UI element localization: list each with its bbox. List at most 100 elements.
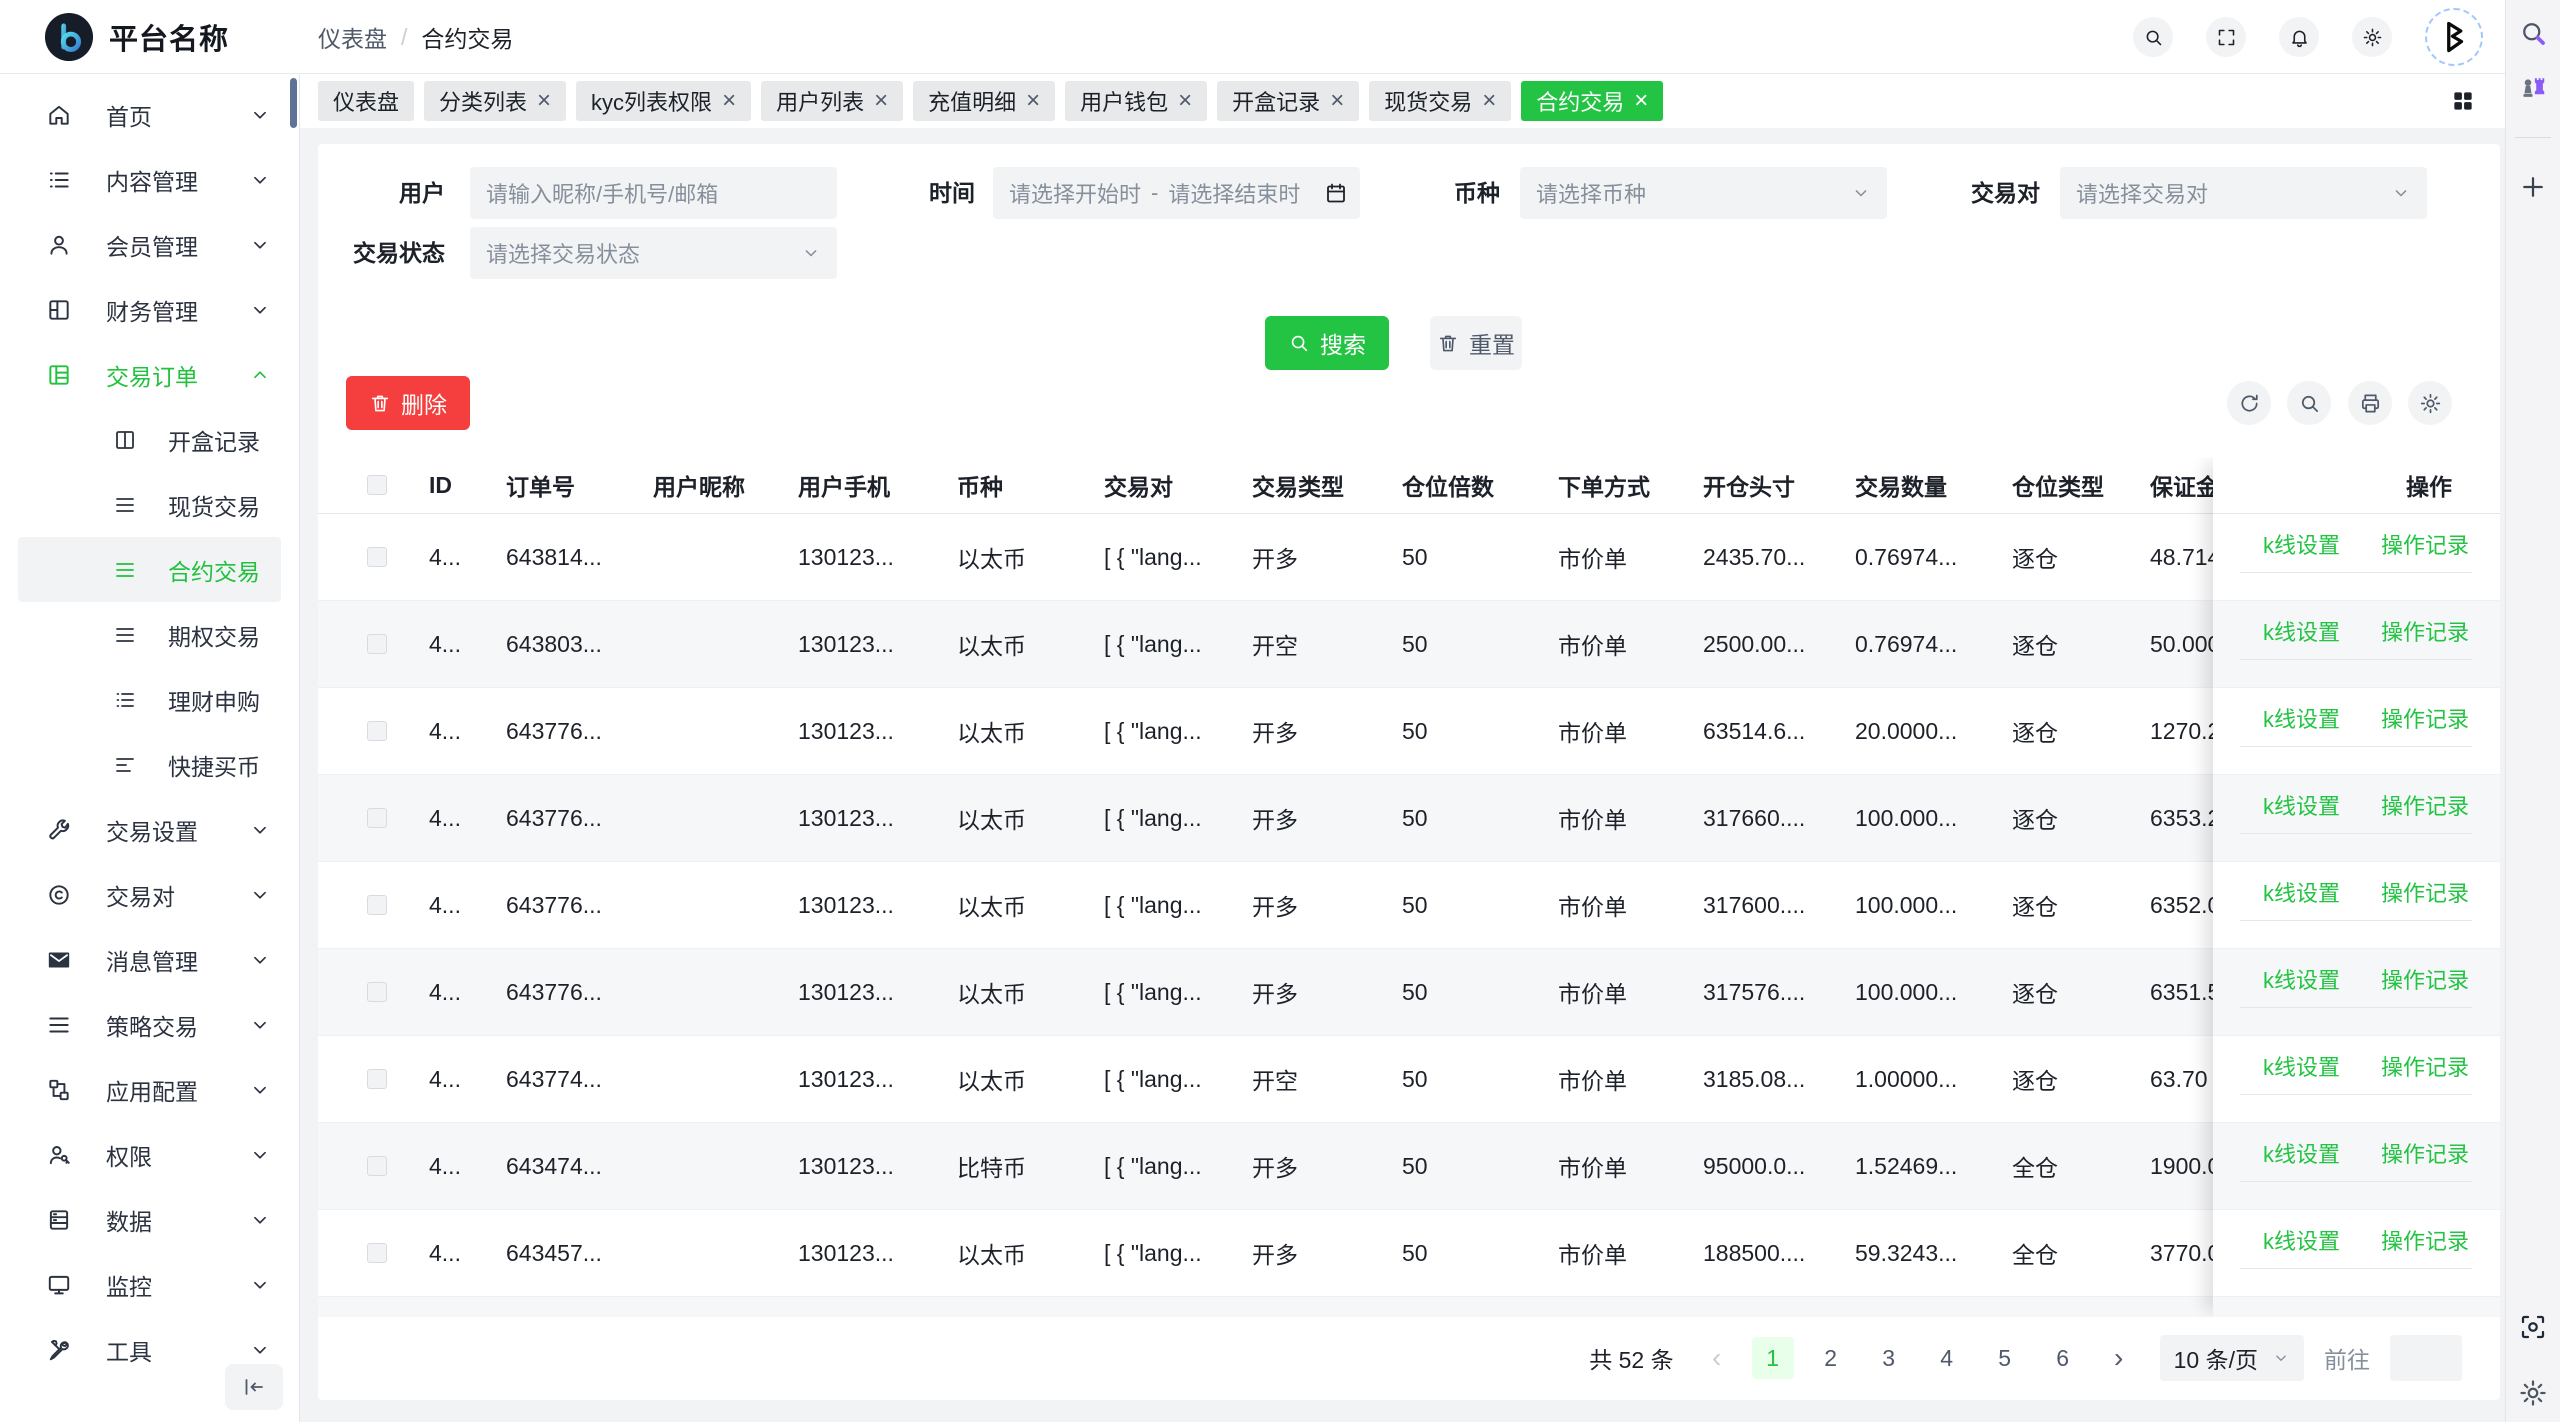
sidebar-collapse-button[interactable] — [225, 1364, 283, 1410]
row-checkbox[interactable] — [367, 634, 387, 654]
sidebar-item-合约交易[interactable]: 合约交易 — [18, 537, 281, 602]
header-search-button[interactable] — [2133, 17, 2173, 57]
row-checkbox[interactable] — [367, 1156, 387, 1176]
action-link-k线设置[interactable]: k线设置 — [2240, 615, 2340, 647]
row-checkbox[interactable] — [367, 547, 387, 567]
apps-grid-icon[interactable] — [2450, 88, 2476, 114]
sidebar-item-内容管理[interactable]: 内容管理 — [0, 147, 299, 212]
action-link-k线设置[interactable]: k线设置 — [2240, 702, 2340, 734]
tab-用户列表[interactable]: 用户列表× — [761, 81, 903, 121]
row-checkbox[interactable] — [367, 982, 387, 1002]
extension-search-icon[interactable] — [2518, 18, 2548, 48]
sidebar-item-期权交易[interactable]: 期权交易 — [18, 602, 281, 667]
breadcrumb-item[interactable]: 仪表盘 — [318, 20, 387, 54]
tab-分类列表[interactable]: 分类列表× — [424, 81, 566, 121]
tab-close-icon[interactable]: × — [1026, 89, 1040, 113]
chess-icon[interactable] — [2518, 72, 2548, 102]
action-link-k线设置[interactable]: k线设置 — [2240, 963, 2340, 995]
row-checkbox[interactable] — [367, 721, 387, 741]
time-range-picker[interactable]: 请选择开始时 - 请选择结束时 — [993, 167, 1360, 219]
sidebar-item-应用配置[interactable]: 应用配置 — [0, 1057, 299, 1122]
row-checkbox[interactable] — [367, 895, 387, 915]
sidebar-item-监控[interactable]: 监控 — [0, 1252, 299, 1317]
screenshot-icon[interactable] — [2518, 1312, 2548, 1342]
sidebar-item-交易对[interactable]: 交易对 — [0, 862, 299, 927]
tab-仪表盘[interactable]: 仪表盘 — [318, 81, 414, 121]
delete-button[interactable]: 删除 — [346, 376, 470, 430]
action-link-k线设置[interactable]: k线设置 — [2240, 789, 2340, 821]
row-checkbox[interactable] — [367, 1069, 387, 1089]
action-link-操作记录[interactable]: 操作记录 — [2358, 1311, 2469, 1317]
sidebar-item-交易订单[interactable]: 交易订单 — [0, 342, 299, 407]
action-link-k线设置[interactable]: k线设置 — [2240, 1311, 2340, 1317]
sidebar-item-会员管理[interactable]: 会员管理 — [0, 212, 299, 277]
tab-现货交易[interactable]: 现货交易× — [1369, 81, 1511, 121]
sidebar-item-首页[interactable]: 首页 — [0, 82, 299, 147]
strip-gear-icon[interactable] — [2518, 1378, 2548, 1408]
table-zoom-button[interactable] — [2287, 381, 2331, 425]
page-button-5[interactable]: 5 — [1984, 1337, 2026, 1379]
sidebar-item-消息管理[interactable]: 消息管理 — [0, 927, 299, 992]
tab-close-icon[interactable]: × — [722, 89, 736, 113]
sidebar-item-权限[interactable]: 权限 — [0, 1122, 299, 1187]
status-select[interactable]: 请选择交易状态 — [470, 227, 837, 279]
sidebar-item-开盒记录[interactable]: 开盒记录 — [18, 407, 281, 472]
table-print-button[interactable] — [2348, 381, 2392, 425]
tab-合约交易[interactable]: 合约交易× — [1521, 81, 1663, 121]
goto-page-input[interactable] — [2390, 1335, 2462, 1381]
page-button-4[interactable]: 4 — [1926, 1337, 1968, 1379]
sidebar-scrollbar[interactable] — [290, 78, 297, 128]
tab-充值明细[interactable]: 充值明细× — [913, 81, 1055, 121]
reset-button[interactable]: 重置 — [1430, 316, 1522, 370]
row-checkbox[interactable] — [367, 1243, 387, 1263]
fullscreen-button[interactable] — [2206, 17, 2246, 57]
action-link-操作记录[interactable]: 操作记录 — [2358, 1050, 2469, 1082]
plus-icon[interactable] — [2518, 172, 2548, 202]
tab-close-icon[interactable]: × — [1330, 89, 1344, 113]
tab-close-icon[interactable]: × — [874, 89, 888, 113]
settings-button[interactable] — [2352, 17, 2392, 57]
action-link-操作记录[interactable]: 操作记录 — [2358, 528, 2469, 560]
action-link-k线设置[interactable]: k线设置 — [2240, 1050, 2340, 1082]
action-link-操作记录[interactable]: 操作记录 — [2358, 1224, 2469, 1256]
sidebar-item-策略交易[interactable]: 策略交易 — [0, 992, 299, 1057]
sidebar-item-快捷买币[interactable]: 快捷买币 — [18, 732, 281, 797]
select-all-checkbox[interactable] — [367, 475, 387, 495]
row-checkbox[interactable] — [367, 808, 387, 828]
sidebar-item-现货交易[interactable]: 现货交易 — [18, 472, 281, 537]
action-link-操作记录[interactable]: 操作记录 — [2358, 789, 2469, 821]
page-button-6[interactable]: 6 — [2042, 1337, 2084, 1379]
search-button[interactable]: 搜索 — [1265, 316, 1389, 370]
pagination-prev-button[interactable]: ‹ — [1702, 1342, 1732, 1374]
action-link-操作记录[interactable]: 操作记录 — [2358, 615, 2469, 647]
action-link-k线设置[interactable]: k线设置 — [2240, 528, 2340, 560]
tab-close-icon[interactable]: × — [537, 89, 551, 113]
page-button-1[interactable]: 1 — [1752, 1337, 1794, 1379]
sidebar-item-理财申购[interactable]: 理财申购 — [18, 667, 281, 732]
sidebar-item-交易设置[interactable]: 交易设置 — [0, 797, 299, 862]
page-button-2[interactable]: 2 — [1810, 1337, 1852, 1379]
page-size-select[interactable]: 10 条/页 — [2160, 1335, 2304, 1381]
action-link-操作记录[interactable]: 操作记录 — [2358, 1137, 2469, 1169]
app-logo[interactable]: 平台名称 — [44, 12, 229, 62]
page-button-3[interactable]: 3 — [1868, 1337, 1910, 1379]
table-settings-button[interactable] — [2408, 381, 2452, 425]
table-refresh-button[interactable] — [2227, 381, 2271, 425]
sidebar-item-财务管理[interactable]: 财务管理 — [0, 277, 299, 342]
action-link-操作记录[interactable]: 操作记录 — [2358, 702, 2469, 734]
action-link-k线设置[interactable]: k线设置 — [2240, 1137, 2340, 1169]
sidebar-item-数据[interactable]: 数据 — [0, 1187, 299, 1252]
coin-select[interactable]: 请选择币种 — [1520, 167, 1887, 219]
action-link-k线设置[interactable]: k线设置 — [2240, 1224, 2340, 1256]
action-link-操作记录[interactable]: 操作记录 — [2358, 963, 2469, 995]
pair-select[interactable]: 请选择交易对 — [2060, 167, 2427, 219]
tab-kyc列表权限[interactable]: kyc列表权限× — [576, 81, 751, 121]
tab-close-icon[interactable]: × — [1634, 89, 1648, 113]
tab-close-icon[interactable]: × — [1178, 89, 1192, 113]
tab-开盒记录[interactable]: 开盒记录× — [1217, 81, 1359, 121]
tab-用户钱包[interactable]: 用户钱包× — [1065, 81, 1207, 121]
action-link-操作记录[interactable]: 操作记录 — [2358, 876, 2469, 908]
user-input[interactable]: 请输入昵称/手机号/邮箱 — [470, 167, 837, 219]
tab-close-icon[interactable]: × — [1482, 89, 1496, 113]
notifications-button[interactable] — [2279, 17, 2319, 57]
